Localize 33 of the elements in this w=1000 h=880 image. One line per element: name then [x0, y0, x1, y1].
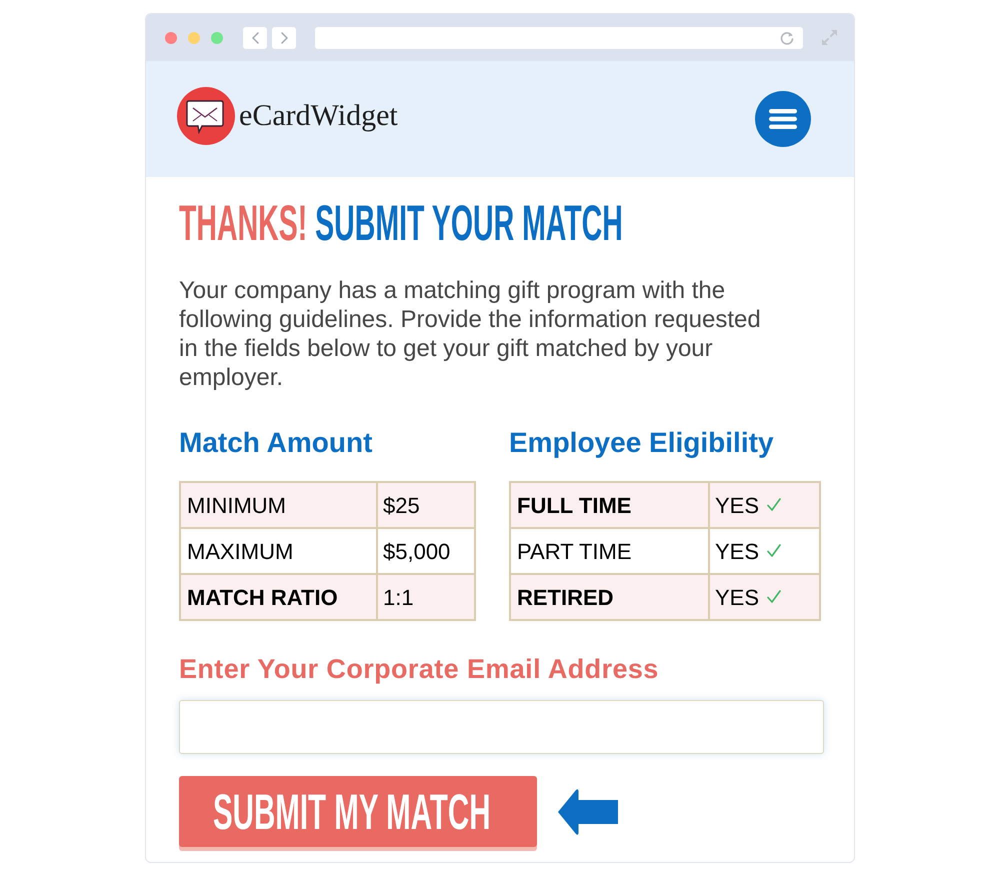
page-title: SUBMIT YOUR MATCH — [315, 195, 623, 251]
address-field[interactable] — [315, 26, 803, 48]
expand-icon[interactable] — [821, 29, 838, 46]
table-cell: 1:1 — [377, 574, 475, 620]
menu-icon — [769, 109, 797, 129]
title-accent: THANKS! — [179, 195, 308, 251]
cell-text: YES — [715, 584, 760, 610]
logo-icon[interactable] — [177, 87, 235, 145]
zoom-dot-icon[interactable] — [211, 32, 223, 44]
left-arrow-icon — [557, 786, 619, 836]
table-cell: PART TIME — [510, 528, 709, 574]
reload-icon[interactable] — [780, 30, 794, 44]
section-heading: Match Amount — [179, 429, 372, 457]
table-cell: FULL TIME — [510, 482, 709, 528]
table-cell: $25 — [377, 482, 475, 528]
minimize-dot-icon[interactable] — [188, 32, 200, 44]
chevron-right-icon — [280, 32, 288, 44]
cell-text: YES — [715, 492, 760, 518]
intro-paragraph: Your company has a matching gift program with the following guidelines. Provide the information requested in the fields below to get your gift matched by your employer. — [179, 276, 762, 392]
table-cell: MATCH RATIO — [180, 574, 377, 620]
forward-button[interactable] — [272, 26, 296, 48]
logo-text[interactable]: eCardWidget — [239, 101, 398, 131]
cell-text: YES — [715, 538, 760, 564]
table-cell: $5,000 — [377, 528, 475, 574]
table-cell: MINIMUM — [180, 482, 377, 528]
close-dot-icon[interactable] — [165, 32, 177, 44]
section-heading: Employee Eligibility — [509, 429, 774, 457]
chevron-left-icon — [252, 32, 258, 44]
back-button[interactable] — [243, 26, 267, 48]
field-label: Enter Your Corporate Email Address — [179, 656, 659, 683]
email-field[interactable] — [179, 700, 824, 754]
table-cell: RETIRED — [510, 574, 709, 620]
table-cell: MAXIMUM — [180, 528, 377, 574]
